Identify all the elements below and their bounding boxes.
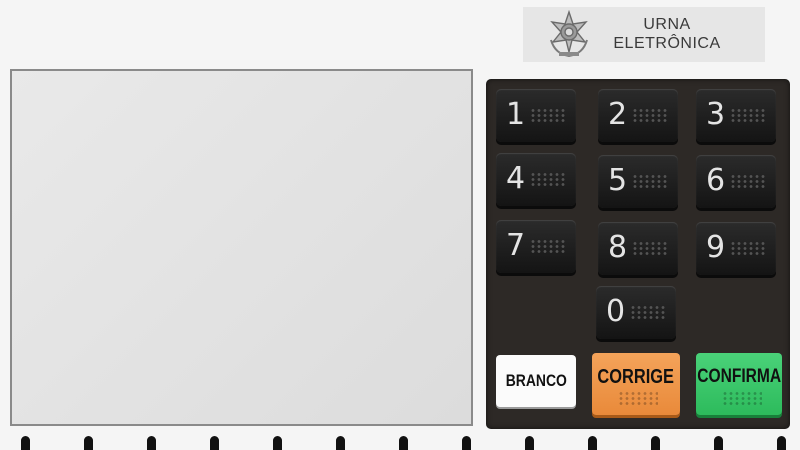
- decorative-pegs: [0, 436, 800, 450]
- key-digit: 6: [706, 163, 726, 198]
- key-3[interactable]: 3: [696, 89, 776, 142]
- peg-icon: [273, 436, 282, 450]
- key-digit: 2: [608, 97, 628, 132]
- peg-icon: [462, 436, 471, 450]
- key-0[interactable]: 0: [596, 286, 676, 339]
- key-8[interactable]: 8: [598, 222, 678, 275]
- peg-icon: [21, 436, 30, 450]
- braille-icon: [530, 108, 566, 122]
- peg-icon: [714, 436, 723, 450]
- key-digit: 7: [506, 228, 526, 263]
- peg-icon: [336, 436, 345, 450]
- key-6[interactable]: 6: [696, 155, 776, 208]
- corrige-button[interactable]: CORRIGE: [592, 353, 680, 415]
- braille-icon: [530, 239, 566, 253]
- keypad: 1 2 3 4 5 6 7 8 9 0 BRANCO CORRIGE CONFI…: [486, 79, 790, 429]
- key-digit: 1: [506, 97, 526, 132]
- key-digit: 4: [506, 161, 526, 196]
- branco-label: BRANCO: [505, 371, 567, 390]
- peg-icon: [651, 436, 660, 450]
- key-2[interactable]: 2: [598, 89, 678, 142]
- brand-header: URNA ELETRÔNICA: [523, 7, 765, 62]
- key-1[interactable]: 1: [496, 89, 576, 142]
- peg-icon: [525, 436, 534, 450]
- key-digit: 0: [606, 294, 626, 329]
- coat-of-arms-icon: [550, 10, 588, 58]
- braille-icon: [730, 241, 766, 255]
- confirma-button[interactable]: CONFIRMA: [696, 353, 782, 415]
- brand-title: URNA ELETRÔNICA: [603, 15, 731, 53]
- brand-title-line1: URNA: [643, 16, 691, 33]
- braille-icon: [632, 174, 668, 188]
- confirma-label: CONFIRMA: [697, 366, 781, 387]
- key-7[interactable]: 7: [496, 220, 576, 273]
- key-digit: 3: [706, 97, 726, 132]
- peg-icon: [399, 436, 408, 450]
- key-9[interactable]: 9: [696, 222, 776, 275]
- key-digit: 5: [608, 163, 628, 198]
- peg-icon: [210, 436, 219, 450]
- brand-title-line2: ELETRÔNICA: [613, 35, 721, 52]
- peg-icon: [777, 436, 786, 450]
- key-5[interactable]: 5: [598, 155, 678, 208]
- corrige-label: CORRIGE: [597, 365, 675, 388]
- peg-icon: [84, 436, 93, 450]
- braille-icon: [630, 305, 666, 319]
- braille-icon: [530, 172, 566, 186]
- voting-screen: [10, 69, 473, 426]
- peg-icon: [588, 436, 597, 450]
- braille-icon: [632, 241, 668, 255]
- braille-icon: [730, 174, 766, 188]
- key-4[interactable]: 4: [496, 153, 576, 206]
- branco-button[interactable]: BRANCO: [496, 355, 576, 407]
- braille-icon: [730, 108, 766, 122]
- key-digit: 8: [608, 230, 628, 265]
- braille-icon: [632, 108, 668, 122]
- peg-icon: [147, 436, 156, 450]
- key-digit: 9: [706, 230, 726, 265]
